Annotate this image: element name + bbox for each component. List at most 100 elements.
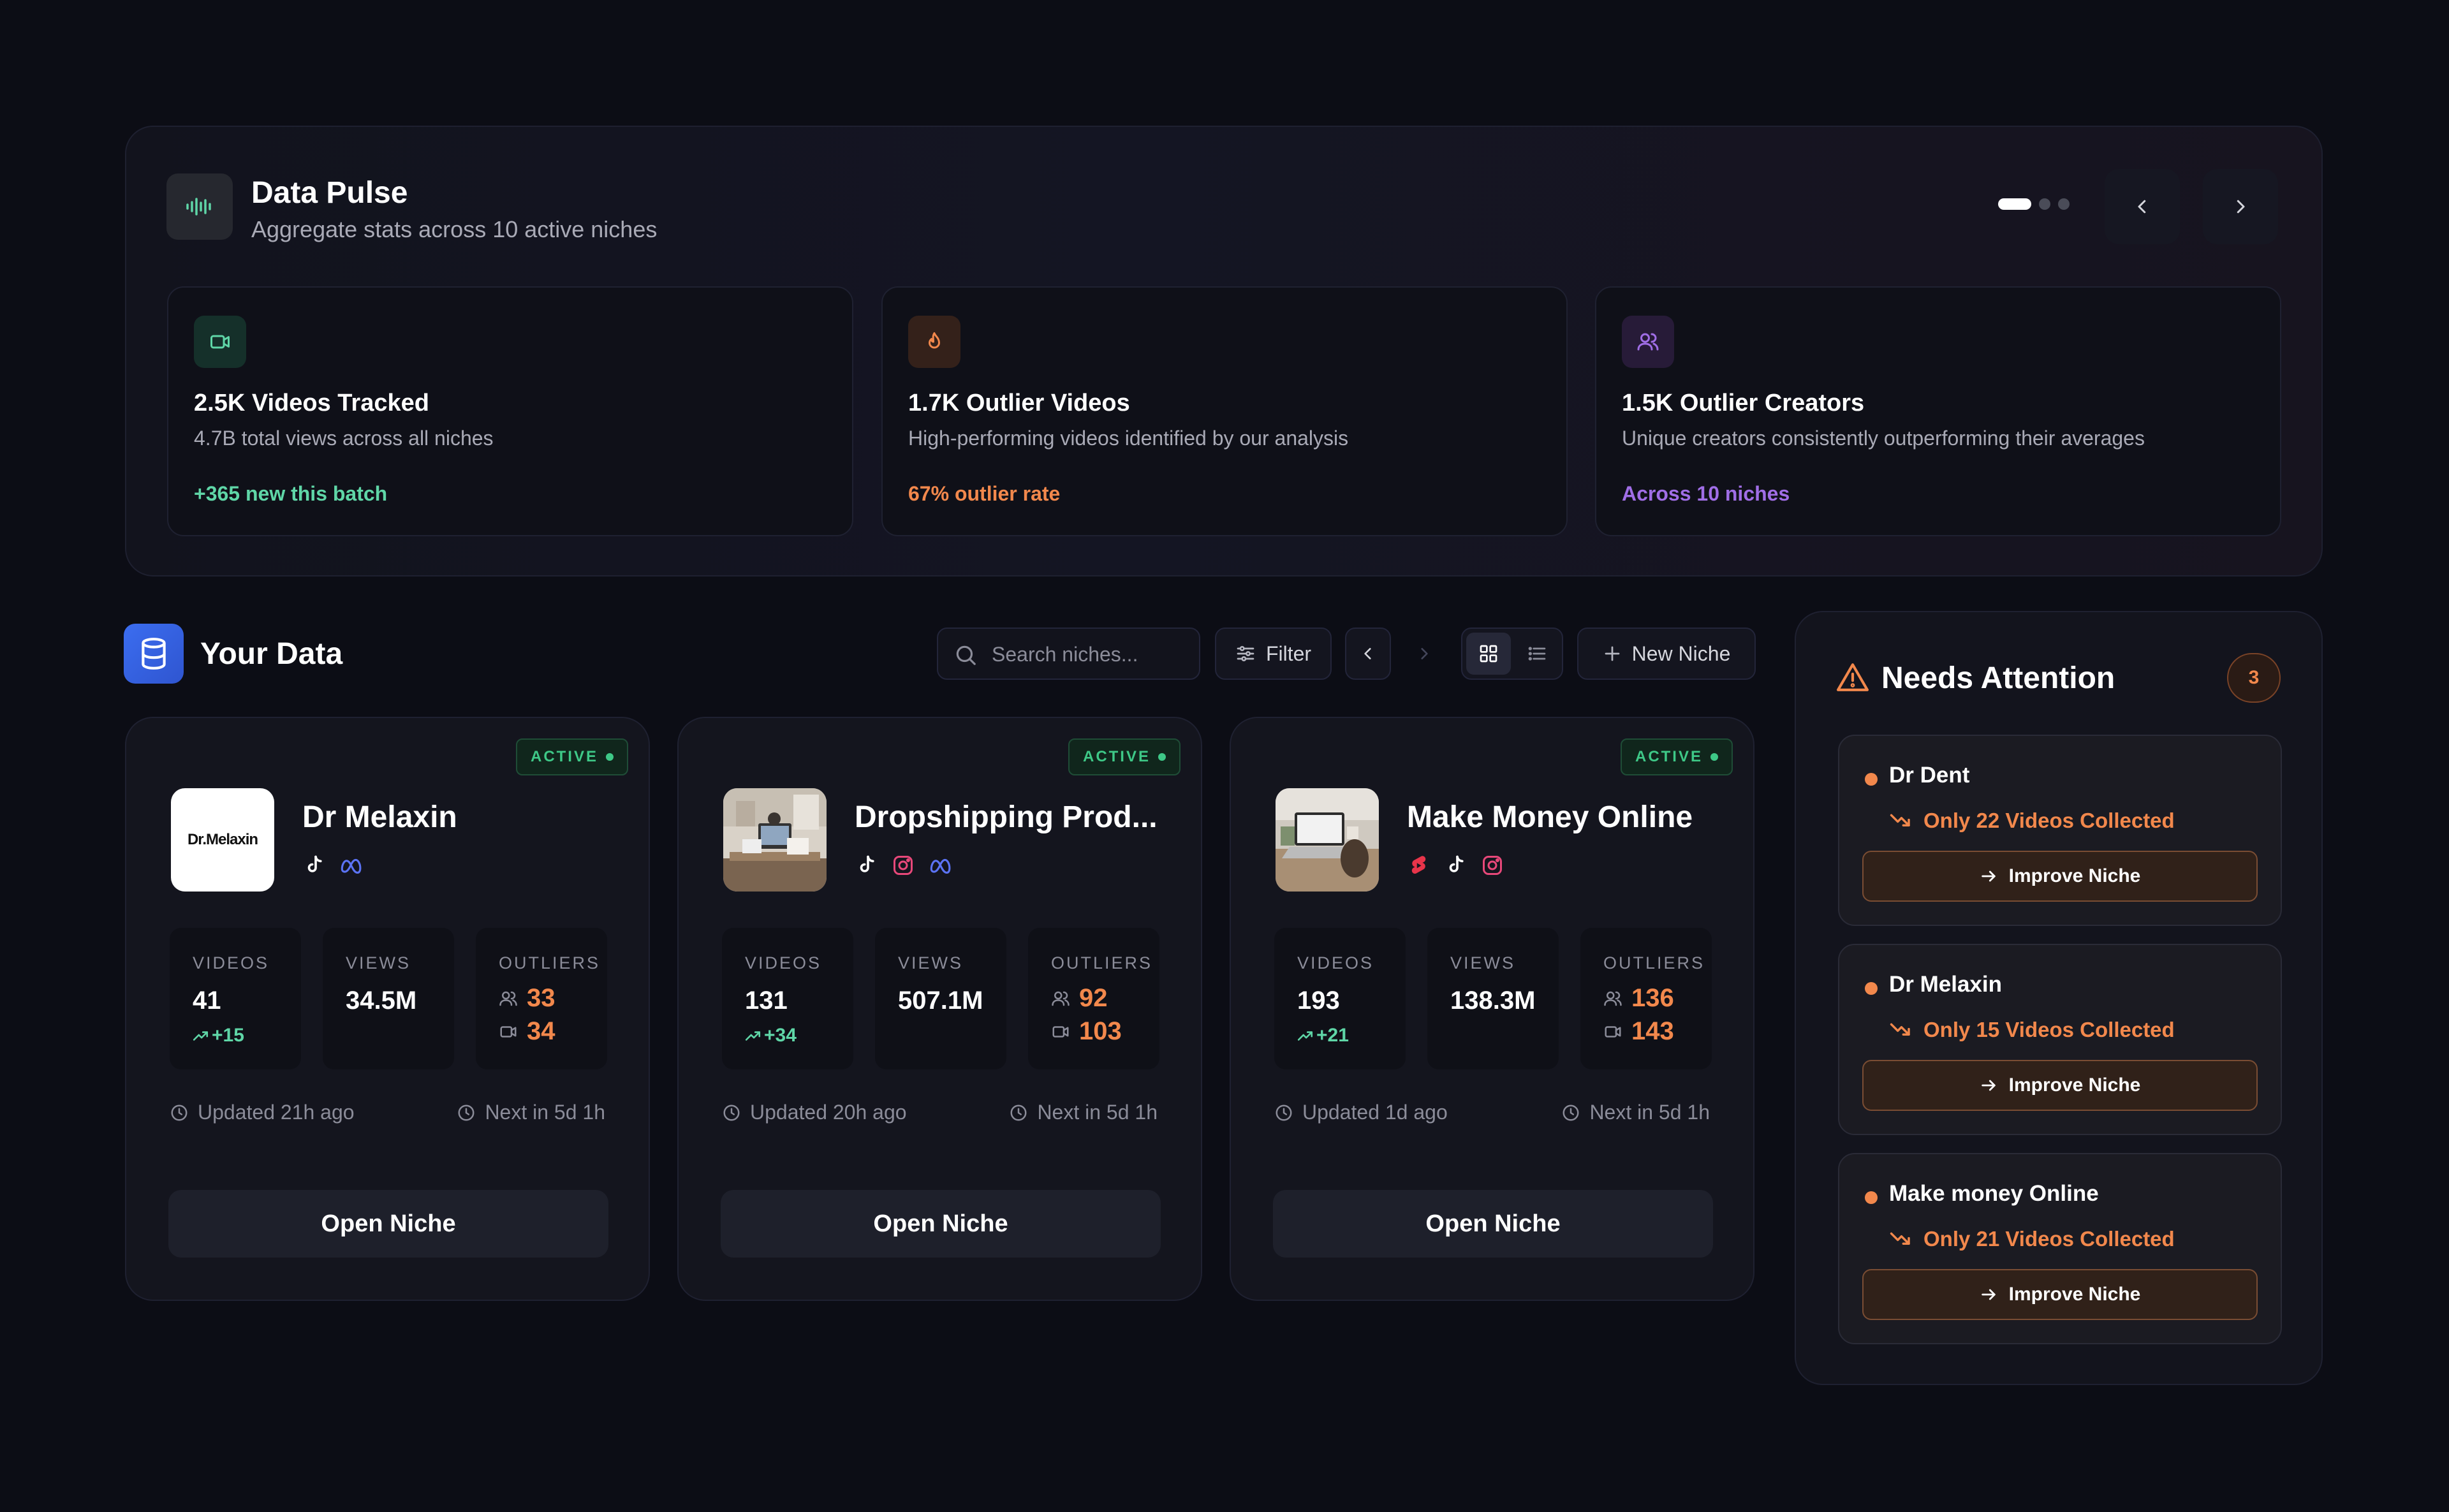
pager-dot-2[interactable] xyxy=(2039,198,2050,210)
improve-niche-label: Improve Niche xyxy=(2008,865,2141,886)
improve-niche-label: Improve Niche xyxy=(2008,1075,2141,1096)
views-stat: VIEWS 138.3M xyxy=(1427,928,1559,1069)
meta-icon[interactable] xyxy=(339,854,365,877)
stat-label: VIEWS xyxy=(898,953,964,973)
videos-trend-value: +21 xyxy=(1316,1025,1349,1046)
pager-dot-1[interactable] xyxy=(1998,198,2031,210)
attention-niche-name: Dr Melaxin xyxy=(1889,972,2002,997)
improve-niche-label: Improve Niche xyxy=(2008,1284,2141,1305)
grid-view-button[interactable] xyxy=(1466,633,1511,675)
page-next-button[interactable] xyxy=(1401,628,1447,680)
pager-dot-3[interactable] xyxy=(2058,198,2070,210)
videos-trend-value: +15 xyxy=(212,1025,244,1046)
your-data-title: Your Data xyxy=(200,637,343,671)
improve-niche-button[interactable]: Improve Niche xyxy=(1862,851,2258,902)
open-niche-button[interactable]: Open Niche xyxy=(168,1190,608,1258)
data-pulse-panel: Data Pulse Aggregate stats across 10 act… xyxy=(125,126,2323,576)
niche-name: Dr Melaxin xyxy=(302,800,457,834)
attention-item: Dr Dent Only 22 Videos Collected Improve… xyxy=(1838,735,2282,926)
niche-thumbnail: Dr.Melaxin xyxy=(171,788,274,892)
page-prev-button[interactable] xyxy=(1345,628,1391,680)
attention-warning: Only 15 Videos Collected xyxy=(1889,1018,2175,1042)
search-niches-input[interactable]: Search niches... xyxy=(937,628,1200,680)
outlier-creators: 92 xyxy=(1051,984,1108,1013)
niche-thumbnail xyxy=(723,788,827,892)
users-icon xyxy=(1051,989,1070,1008)
updated-text: Updated 21h ago xyxy=(198,1101,355,1124)
clock-icon xyxy=(722,1103,741,1122)
needs-attention-panel: Needs Attention 3 Dr Dent Only 22 Videos… xyxy=(1795,611,2323,1385)
brand-logo-text: Dr.Melaxin xyxy=(187,831,258,848)
trending-down-icon xyxy=(1889,812,1912,829)
audio-wave-icon xyxy=(166,173,233,240)
list-icon xyxy=(1527,643,1547,664)
open-niche-button[interactable]: Open Niche xyxy=(721,1190,1161,1258)
clock-icon xyxy=(1009,1103,1028,1122)
users-icon xyxy=(1603,989,1622,1008)
open-niche-button[interactable]: Open Niche xyxy=(1273,1190,1713,1258)
stat-label: VIEWS xyxy=(346,953,411,973)
tiktok-icon[interactable] xyxy=(855,854,878,877)
clock-icon xyxy=(170,1103,189,1122)
videos-stat: VIDEOS 131 +34 xyxy=(722,928,853,1069)
warning-dot xyxy=(1865,1191,1878,1204)
stat-card-stat: +365 new this batch xyxy=(194,482,388,505)
video-icon xyxy=(194,316,246,368)
stat-card-desc: 4.7B total views across all niches xyxy=(194,427,494,450)
users-icon xyxy=(499,989,518,1008)
tiktok-icon[interactable] xyxy=(302,854,325,877)
outlier-creators-count: 33 xyxy=(527,984,555,1012)
warning-text: Only 21 Videos Collected xyxy=(1923,1227,2175,1251)
updated-time: Updated 21h ago xyxy=(170,1101,355,1124)
videos-stat: VIDEOS 193 +21 xyxy=(1274,928,1406,1069)
attention-item: Dr Melaxin Only 15 Videos Collected Impr… xyxy=(1838,944,2282,1135)
view-toggle[interactable] xyxy=(1461,628,1563,680)
database-icon xyxy=(124,624,184,684)
trending-up-icon xyxy=(193,1029,209,1042)
improve-niche-button[interactable]: Improve Niche xyxy=(1862,1060,2258,1111)
meta-icon[interactable] xyxy=(929,854,954,877)
carousel-pager[interactable] xyxy=(1998,198,2070,210)
clock-icon xyxy=(457,1103,476,1122)
youtube-shorts-icon[interactable] xyxy=(1407,854,1430,877)
updated-time: Updated 1d ago xyxy=(1274,1101,1448,1124)
status-label: ACTIVE xyxy=(1082,748,1151,765)
status-label: ACTIVE xyxy=(1635,748,1703,765)
views-count: 138.3M xyxy=(1450,987,1536,1015)
tiktok-icon[interactable] xyxy=(1444,854,1467,877)
niche-card: ACTIVE Make Money Online VIDEOS 193 +21 … xyxy=(1230,717,1754,1301)
filter-button[interactable]: Filter xyxy=(1215,628,1332,680)
niche-thumbnail xyxy=(1276,788,1379,892)
stat-card-stat: 67% outlier rate xyxy=(908,482,1061,505)
list-view-button[interactable] xyxy=(1515,633,1559,675)
new-niche-button[interactable]: New Niche xyxy=(1577,628,1756,680)
updated-time: Updated 20h ago xyxy=(722,1101,907,1124)
improve-niche-button[interactable]: Improve Niche xyxy=(1862,1269,2258,1320)
outlier-videos-count: 143 xyxy=(1631,1017,1674,1045)
next-run-time: Next in 5d 1h xyxy=(1561,1101,1710,1124)
outlier-videos: 34 xyxy=(499,1017,555,1046)
stat-card-title: 2.5K Videos Tracked xyxy=(194,390,429,416)
next-run-time: Next in 5d 1h xyxy=(457,1101,605,1124)
outlier-videos: 143 xyxy=(1603,1017,1674,1046)
attention-niche-name: Make money Online xyxy=(1889,1181,2099,1206)
warning-text: Only 15 Videos Collected xyxy=(1923,1018,2175,1041)
plus-icon xyxy=(1603,644,1622,663)
status-label: ACTIVE xyxy=(530,748,598,765)
trending-up-icon xyxy=(745,1029,761,1042)
clock-icon xyxy=(1561,1103,1580,1122)
carousel-prev-button[interactable] xyxy=(2105,169,2180,244)
videos-trend: +21 xyxy=(1297,1025,1349,1046)
attention-niche-name: Dr Dent xyxy=(1889,763,1970,788)
instagram-icon[interactable] xyxy=(892,854,915,877)
status-dot xyxy=(1158,753,1166,761)
stat-label: OUTLIERS xyxy=(499,953,601,973)
status-badge: ACTIVE xyxy=(516,738,628,775)
stat-label: VIDEOS xyxy=(193,953,270,973)
videos-trend: +15 xyxy=(193,1025,244,1046)
next-text: Next in 5d 1h xyxy=(1037,1101,1158,1124)
warning-dot xyxy=(1865,773,1878,786)
instagram-icon[interactable] xyxy=(1481,854,1504,877)
videos-count: 193 xyxy=(1297,987,1340,1015)
carousel-next-button[interactable] xyxy=(2203,169,2278,244)
